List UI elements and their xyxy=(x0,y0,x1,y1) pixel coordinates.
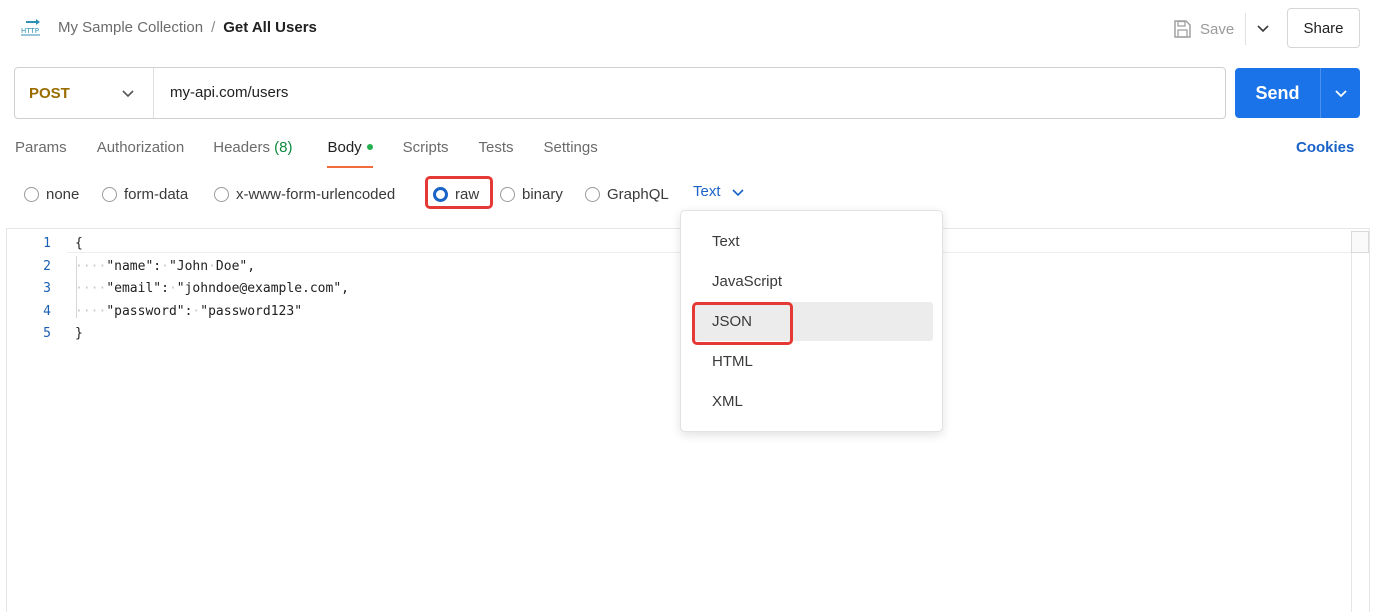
code-content: { ····"name":·"John·Doe", ····"email":·"… xyxy=(75,233,349,346)
radio-circle xyxy=(214,186,229,202)
send-button[interactable]: Send xyxy=(1235,68,1320,118)
language-select-value: Text xyxy=(693,183,721,200)
line-numbers: 1 2 3 4 5 xyxy=(7,233,57,346)
send-options-button[interactable] xyxy=(1321,68,1360,118)
radio-circle xyxy=(500,186,515,202)
tab-settings[interactable]: Settings xyxy=(544,138,598,168)
code-line: ····"password":·"password123" xyxy=(75,303,303,319)
http-request-icon: HTTP xyxy=(21,19,40,36)
editor-scrollbar-thumb[interactable] xyxy=(1351,231,1369,253)
radio-none[interactable]: none xyxy=(24,182,79,206)
code-line: } xyxy=(75,326,83,341)
tab-params[interactable]: Params xyxy=(15,138,67,168)
radio-form-data[interactable]: form-data xyxy=(102,182,188,206)
request-name[interactable]: Get All Users xyxy=(223,19,317,36)
breadcrumb: My Sample Collection / Get All Users xyxy=(58,19,317,36)
radio-binary[interactable]: binary xyxy=(500,182,563,206)
line-number: 3 xyxy=(43,281,51,296)
json-highlight-box xyxy=(692,302,793,345)
line-number: 4 xyxy=(43,303,51,319)
dropdown-option-javascript[interactable]: JavaScript xyxy=(693,262,933,301)
dropdown-option-text[interactable]: Text xyxy=(693,222,933,261)
line-number: 2 xyxy=(43,258,51,274)
url-input[interactable]: my-api.com/users xyxy=(170,84,288,101)
editor-scrollbar-track[interactable] xyxy=(1351,253,1352,612)
svg-text:HTTP: HTTP xyxy=(21,27,39,35)
cookies-link[interactable]: Cookies xyxy=(1296,139,1354,156)
tab-body[interactable]: Body xyxy=(327,138,373,168)
headers-count: (8) xyxy=(274,139,293,156)
radio-x-www-form-urlencoded[interactable]: x-www-form-urlencoded xyxy=(214,182,395,206)
radio-circle xyxy=(102,186,117,202)
send-button-group: Send xyxy=(1235,68,1360,118)
chevron-down-icon xyxy=(731,188,744,196)
save-options-button[interactable] xyxy=(1252,17,1274,39)
dropdown-option-html[interactable]: HTML xyxy=(693,342,933,381)
method-label: POST xyxy=(29,84,70,102)
language-select[interactable]: Text xyxy=(693,183,745,200)
radio-circle xyxy=(585,186,600,202)
raw-highlight-box xyxy=(425,176,493,209)
save-label: Save xyxy=(1200,20,1235,38)
url-bar: POST my-api.com/users xyxy=(14,67,1226,119)
share-button[interactable]: Share xyxy=(1287,8,1360,48)
breadcrumb-collection[interactable]: My Sample Collection xyxy=(58,19,203,36)
tab-authorization[interactable]: Authorization xyxy=(97,138,185,168)
radio-circle xyxy=(24,186,39,202)
chevron-down-icon xyxy=(1257,25,1269,33)
code-line: ····"email":·"johndoe@example.com", xyxy=(75,281,349,296)
dropdown-option-xml[interactable]: XML xyxy=(693,382,933,421)
request-header: HTTP My Sample Collection / Get All User… xyxy=(0,0,1374,58)
save-divider xyxy=(1245,13,1246,45)
method-select[interactable]: POST xyxy=(15,68,154,118)
code-line: ····"name":·"John·Doe", xyxy=(75,258,256,274)
radio-graphql[interactable]: GraphQL xyxy=(585,182,669,206)
tab-headers[interactable]: Headers (8) xyxy=(213,138,292,168)
chevron-down-icon xyxy=(122,90,134,98)
save-button[interactable]: Save xyxy=(1172,14,1234,44)
tab-tests[interactable]: Tests xyxy=(479,138,514,168)
save-icon xyxy=(1174,20,1191,38)
request-tabs: Params Authorization Headers (8) Body Sc… xyxy=(15,138,598,168)
code-line: { xyxy=(75,236,83,251)
chevron-down-icon xyxy=(1334,90,1347,98)
line-number: 5 xyxy=(43,326,51,341)
tab-scripts[interactable]: Scripts xyxy=(403,138,449,168)
breadcrumb-separator: / xyxy=(211,19,216,36)
body-status-dot xyxy=(366,144,373,150)
line-number: 1 xyxy=(43,236,51,251)
